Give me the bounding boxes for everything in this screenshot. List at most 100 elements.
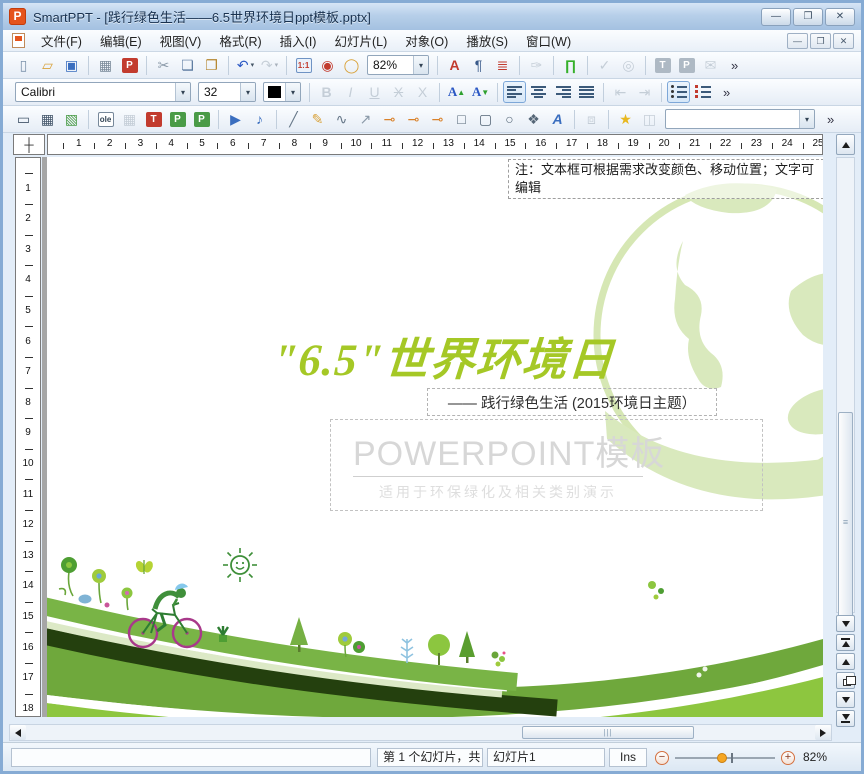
bullet-list-icon[interactable] xyxy=(667,81,690,103)
zoom-out-button[interactable]: − xyxy=(655,750,669,765)
menu-item-1[interactable]: 编辑(E) xyxy=(91,29,151,52)
horizontal-scrollbar-thumb[interactable]: ||| xyxy=(522,726,694,739)
vertical-scrollbar-thumb[interactable]: ≡ xyxy=(838,412,853,632)
zoom-slider-track[interactable] xyxy=(675,752,775,763)
menu-item-8[interactable]: 窗口(W) xyxy=(517,29,580,52)
italic-icon[interactable]: I xyxy=(339,81,362,103)
export-text-icon[interactable]: T xyxy=(651,54,674,76)
insert-text-art-icon[interactable]: T xyxy=(142,108,165,130)
slide-navigator-button[interactable] xyxy=(836,672,856,689)
print-icon[interactable]: ▦ xyxy=(94,54,117,76)
font-color-picker[interactable]: ▾ xyxy=(263,82,301,102)
paste-icon[interactable]: ❐ xyxy=(200,54,223,76)
draw-curve-icon[interactable]: ∿ xyxy=(330,108,353,130)
align-left-icon[interactable] xyxy=(503,81,526,103)
draw-shape-icon[interactable]: ❖ xyxy=(522,108,545,130)
insert-textbox-icon[interactable]: ▭ xyxy=(12,108,35,130)
insert-symbol-icon[interactable]: ∏ xyxy=(559,54,582,76)
shape-style-select[interactable]: ▾ xyxy=(665,109,815,129)
group-objects-icon[interactable]: ⧈ xyxy=(580,108,603,130)
menu-item-4[interactable]: 插入(I) xyxy=(271,29,326,52)
menu-item-0[interactable]: 文件(F) xyxy=(32,29,91,52)
font-size-select[interactable]: 32 ▾ xyxy=(198,82,256,102)
shrink-font-icon[interactable]: A ▼ xyxy=(469,81,492,103)
font-color-red-icon[interactable]: A xyxy=(443,54,466,76)
insert-table-icon[interactable]: ▦ xyxy=(36,108,59,130)
zoom-in-button[interactable]: + xyxy=(781,750,795,765)
horizontal-scrollbar[interactable]: ||| xyxy=(9,724,832,741)
redo-icon[interactable]: ↷ ▾ xyxy=(258,54,281,76)
menu-item-7[interactable]: 播放(S) xyxy=(457,29,517,52)
zoom-actual-size-icon[interactable]: 1:1 xyxy=(292,54,315,76)
insert-diagram-icon[interactable]: ▦ xyxy=(118,108,141,130)
close-button[interactable]: ✕ xyxy=(825,7,855,26)
increase-indent-icon[interactable]: ⇥ xyxy=(633,81,656,103)
ruler-origin-box[interactable]: ┼ xyxy=(13,134,45,155)
export-ppt-icon[interactable]: P xyxy=(675,54,698,76)
formatting-overflow[interactable]: » xyxy=(718,85,735,100)
draw-rounded-rectangle-icon[interactable]: ▢ xyxy=(474,108,497,130)
format-painter-icon[interactable]: ✑ xyxy=(525,54,548,76)
previous-slide-button[interactable] xyxy=(836,653,855,670)
menu-item-6[interactable]: 对象(O) xyxy=(396,29,457,52)
watermark-box[interactable]: POWERPOINT模板 适用于环保绿化及相关类别演示 xyxy=(330,419,763,511)
minimize-button[interactable]: — xyxy=(761,7,791,26)
maximize-button[interactable]: ❐ xyxy=(793,7,823,26)
undo-icon[interactable]: ↶ ▾ xyxy=(234,54,257,76)
bold-icon[interactable]: B xyxy=(315,81,338,103)
draw-elbow-connector-icon[interactable]: ⊸ xyxy=(402,108,425,130)
paragraph-settings-icon[interactable]: ¶ xyxy=(467,54,490,76)
draw-curved-connector-icon[interactable]: ⊸ xyxy=(426,108,449,130)
mdi-close-button[interactable]: ✕ xyxy=(833,32,854,49)
new-document-icon[interactable]: ▯ xyxy=(12,54,35,76)
last-slide-button[interactable] xyxy=(836,710,855,727)
crop-tool-icon[interactable]: ◫ xyxy=(638,108,661,130)
menu-item-3[interactable]: 格式(R) xyxy=(210,29,270,52)
horizontal-ruler[interactable]: 1 2 3 4 5 6 7 8 9 10 11 12 13 14 15 16 17 18 19 20 21 22 23 24 2… xyxy=(47,134,823,155)
next-slide-button[interactable] xyxy=(836,691,855,708)
copy-icon[interactable]: ❏ xyxy=(176,54,199,76)
first-slide-button[interactable] xyxy=(836,634,855,651)
vertical-scrollbar[interactable]: ≡ xyxy=(836,157,855,632)
scroll-left-button[interactable] xyxy=(10,725,26,740)
numbered-list-icon[interactable] xyxy=(691,81,714,103)
slide-canvas[interactable]: 注：文本框可根据需求改变颜色、移动位置；文字可编辑 "6.5"世界环境日 —— … xyxy=(47,157,823,717)
decrease-indent-icon[interactable]: ⇤ xyxy=(609,81,632,103)
mdi-restore-button[interactable]: ❐ xyxy=(810,32,831,49)
scroll-down-button[interactable] xyxy=(836,615,855,632)
scroll-up-button[interactable] xyxy=(836,134,855,155)
underline-icon[interactable]: U xyxy=(363,81,386,103)
list-settings-icon[interactable]: ≣ xyxy=(491,54,514,76)
insert-placeholder-alt-icon[interactable]: P xyxy=(190,108,213,130)
open-file-icon[interactable]: ▱ xyxy=(36,54,59,76)
zoom-level-select[interactable]: 82% ▾ xyxy=(367,55,429,75)
send-mail-icon[interactable]: ✉ xyxy=(699,54,722,76)
export-pdf-icon[interactable]: P xyxy=(118,54,141,76)
slide-subtitle-box[interactable]: —— 践行绿色生活 (2015环境日主题） xyxy=(427,388,717,416)
draw-wordart-icon[interactable]: A xyxy=(546,108,569,130)
vertical-ruler[interactable]: 1 2 3 4 5 6 7 8 9 10 11 12 13 14 15 16 17 18 xyxy=(15,157,41,717)
strikethrough-icon[interactable]: X xyxy=(387,81,410,103)
draw-rectangle-icon[interactable]: □ xyxy=(450,108,473,130)
shadow-text-icon[interactable]: X xyxy=(411,81,434,103)
mdi-minimize-button[interactable]: — xyxy=(787,32,808,49)
menu-item-5[interactable]: 幻灯片(L) xyxy=(325,29,396,52)
insert-placeholder-icon[interactable]: P xyxy=(166,108,189,130)
zoom-slider-knob[interactable] xyxy=(717,752,727,763)
insert-star-icon[interactable]: ★ xyxy=(614,108,637,130)
slide-title[interactable]: "6.5"世界环境日 xyxy=(271,323,617,388)
scroll-right-button[interactable] xyxy=(815,725,831,740)
insert-image-icon[interactable]: ▧ xyxy=(60,108,83,130)
standard-overflow[interactable]: » xyxy=(726,58,743,73)
draw-connector-icon[interactable]: ⊸ xyxy=(378,108,401,130)
draw-line-icon[interactable]: ╱ xyxy=(282,108,305,130)
font-family-select[interactable]: Calibri ▾ xyxy=(15,82,191,102)
drawing-overflow[interactable]: » xyxy=(822,112,839,127)
save-icon[interactable]: ▣ xyxy=(60,54,83,76)
find-icon[interactable]: ◎ xyxy=(617,54,640,76)
draw-freehand-icon[interactable]: ✎ xyxy=(306,108,329,130)
note-textbox[interactable]: 注：文本框可根据需求改变颜色、移动位置；文字可编辑 xyxy=(508,159,823,199)
insert-ole-object-icon[interactable]: ole xyxy=(94,108,117,130)
zoom-tool-icon[interactable]: ◯ xyxy=(340,54,363,76)
menu-item-2[interactable]: 视图(V) xyxy=(151,29,211,52)
